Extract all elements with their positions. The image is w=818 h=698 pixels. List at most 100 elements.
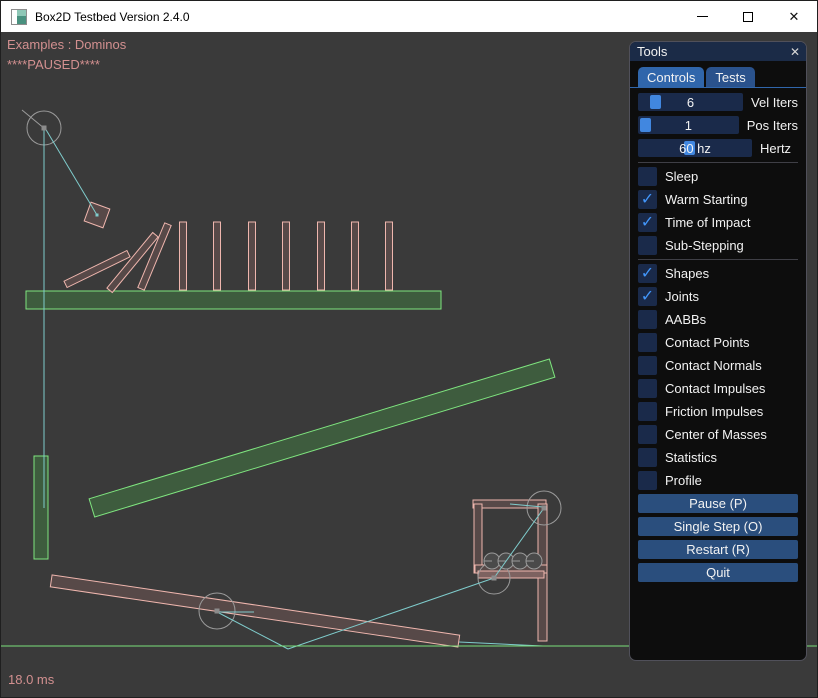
anchor-point <box>96 214 99 217</box>
action-button-group: Pause (P) Single Step (O) Restart (R) Quit <box>638 494 798 582</box>
checkbox-row-time-of-impact: ✓ Time of Impact <box>638 213 798 232</box>
checkbox-label: Sleep <box>665 169 698 184</box>
close-button[interactable]: ✕ <box>771 1 817 32</box>
checkbox-row-shapes: ✓ Shapes <box>638 264 798 283</box>
checkbox-label: Sub-Stepping <box>665 238 744 253</box>
body-frame-left-post <box>474 504 482 573</box>
checkbox-center-of-masses[interactable] <box>638 425 657 444</box>
app-icon-detail <box>17 10 26 16</box>
body-domino-7 <box>386 222 393 290</box>
anchor-point <box>492 576 497 581</box>
checkbox-aabbs[interactable] <box>638 310 657 329</box>
example-name-label: Examples : Dominos <box>7 37 126 52</box>
slider-row: 6 Vel Iters <box>638 93 798 111</box>
solver-checkbox-group: Sleep ✓ Warm Starting ✓ Time of Impact Sub-St… <box>638 167 798 255</box>
tab-tests[interactable]: Tests <box>706 67 754 87</box>
quit-button[interactable]: Quit <box>638 563 798 582</box>
checkbox-label: Joints <box>665 289 699 304</box>
window-title: Box2D Testbed Version 2.4.0 <box>35 10 190 24</box>
panel-close-icon[interactable]: ✕ <box>790 46 800 58</box>
slider-row: 1 Pos Iters <box>638 116 798 134</box>
anchor-point <box>42 126 47 131</box>
checkbox-time-of-impact[interactable]: ✓ <box>638 213 657 232</box>
anchor-point <box>542 506 547 511</box>
pause-button[interactable]: Pause (P) <box>638 494 798 513</box>
checkbox-label: Friction Impulses <box>665 404 763 419</box>
slider-label: Vel Iters <box>751 95 798 110</box>
slider-value: 1 <box>638 116 739 134</box>
checkbox-sleep[interactable] <box>638 167 657 186</box>
checkbox-shapes[interactable]: ✓ <box>638 264 657 283</box>
body-domino-3 <box>249 222 256 290</box>
checkbox-label: Warm Starting <box>665 192 748 207</box>
slider-row: 60 hz Hertz <box>638 139 798 157</box>
check-icon: ✓ <box>641 266 654 282</box>
checkbox-label: Profile <box>665 473 702 488</box>
checkbox-label: Contact Points <box>665 335 750 350</box>
checkbox-row-joints: ✓ Joints <box>638 287 798 306</box>
caption-buttons: ✕ <box>679 1 817 32</box>
checkbox-profile[interactable] <box>638 471 657 490</box>
restart-button[interactable]: Restart (R) <box>638 540 798 559</box>
body-platform-top <box>26 291 441 309</box>
checkbox-row-friction-impulses: Friction Impulses <box>638 402 798 421</box>
body-frame-shelf-board <box>478 571 544 578</box>
checkbox-warm-starting[interactable]: ✓ <box>638 190 657 209</box>
checkbox-label: Shapes <box>665 266 709 281</box>
check-icon: ✓ <box>641 215 654 231</box>
minimize-button[interactable] <box>679 1 725 32</box>
checkbox-joints[interactable]: ✓ <box>638 287 657 306</box>
vel-iters-slider[interactable]: 6 <box>638 93 743 111</box>
checkbox-statistics[interactable] <box>638 448 657 467</box>
minimize-icon <box>697 16 708 17</box>
pos-iters-slider[interactable]: 1 <box>638 116 739 134</box>
checkbox-label: Time of Impact <box>665 215 750 230</box>
body-domino-4 <box>283 222 290 290</box>
frame-time-label: 18.0 ms <box>8 672 54 687</box>
check-icon: ✓ <box>641 192 654 208</box>
maximize-icon <box>743 12 753 22</box>
app-window: Examples : Dominos ****PAUSED**** 18.0 m… <box>0 0 818 698</box>
body-domino-6 <box>352 222 359 290</box>
checkbox-row-contact-impulses: Contact Impulses <box>638 379 798 398</box>
slider-value: 60 hz <box>638 139 752 157</box>
checkbox-label: Contact Impulses <box>665 381 765 396</box>
checkbox-row-warm-starting: ✓ Warm Starting <box>638 190 798 209</box>
tab-bar: ControlsTests <box>630 67 806 88</box>
checkbox-row-profile: Profile <box>638 471 798 490</box>
hertz-slider[interactable]: 60 hz <box>638 139 752 157</box>
body-domino-5 <box>318 222 325 290</box>
checkbox-row-statistics: Statistics <box>638 448 798 467</box>
single-button[interactable]: Single Step (O) <box>638 517 798 536</box>
checkbox-row-contact-points: Contact Points <box>638 333 798 352</box>
slider-group: 6 Vel Iters 1 Pos Iters 60 hz Hertz <box>638 93 798 157</box>
body-domino-1 <box>180 222 187 290</box>
checkbox-row-contact-normals: Contact Normals <box>638 356 798 375</box>
checkbox-contact-points[interactable] <box>638 333 657 352</box>
tools-panel-title: Tools <box>637 44 790 59</box>
anchor-point <box>215 609 220 614</box>
checkbox-friction-impulses[interactable] <box>638 402 657 421</box>
checkbox-sub-stepping[interactable] <box>638 236 657 255</box>
separator <box>638 162 798 163</box>
tools-panel-body: ControlsTests 6 Vel Iters 1 Pos Iters 60 hz H… <box>630 61 806 582</box>
maximize-button[interactable] <box>725 1 771 32</box>
tools-panel: Tools ✕ ControlsTests 6 Vel Iters 1 Pos Ite… <box>629 41 807 661</box>
paused-status-label: ****PAUSED**** <box>7 57 100 72</box>
close-icon: ✕ <box>789 10 800 23</box>
tab-controls[interactable]: Controls <box>638 67 704 87</box>
checkbox-label: Statistics <box>665 450 717 465</box>
checkbox-contact-impulses[interactable] <box>638 379 657 398</box>
checkbox-label: Contact Normals <box>665 358 762 373</box>
body-vertical-column <box>34 456 48 559</box>
checkbox-row-aabbs: AABBs <box>638 310 798 329</box>
slider-label: Hertz <box>760 141 791 156</box>
checkbox-row-center-of-masses: Center of Masses <box>638 425 798 444</box>
check-icon: ✓ <box>641 289 654 305</box>
checkbox-label: Center of Masses <box>665 427 767 442</box>
separator <box>638 259 798 260</box>
slider-label: Pos Iters <box>747 118 798 133</box>
tools-panel-titlebar[interactable]: Tools ✕ <box>630 42 806 61</box>
window-titlebar: Box2D Testbed Version 2.4.0 ✕ <box>1 1 817 32</box>
checkbox-contact-normals[interactable] <box>638 356 657 375</box>
